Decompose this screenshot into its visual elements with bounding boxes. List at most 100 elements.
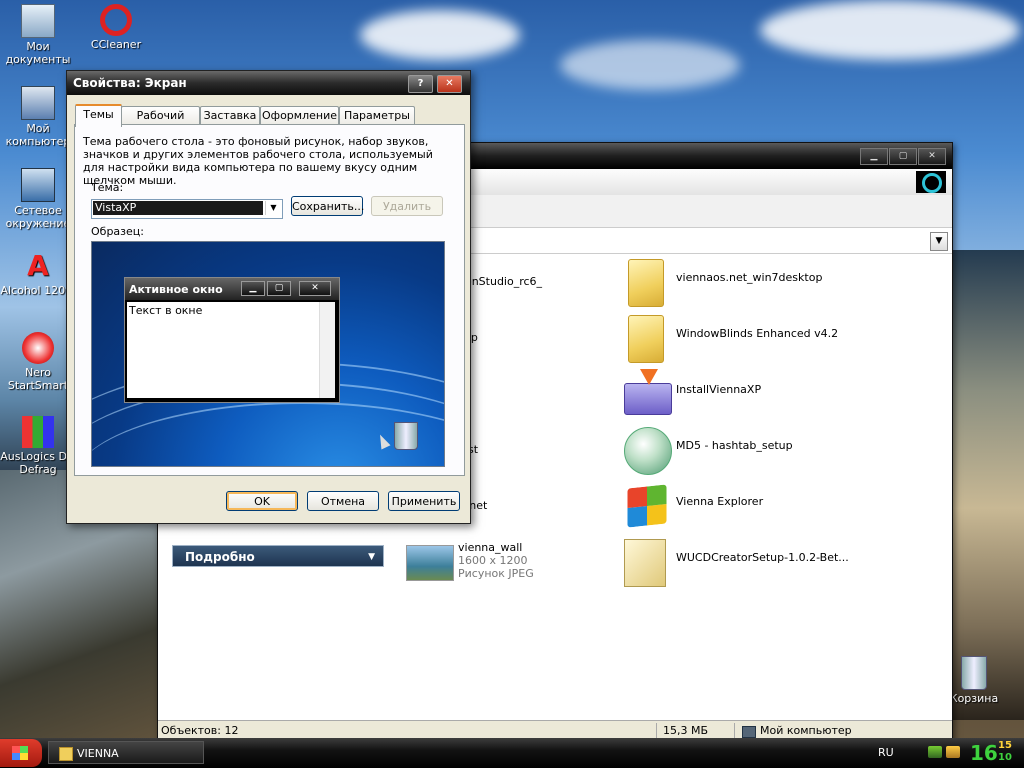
details-panel-header[interactable]: Подробно ▼ [172,545,384,567]
computer-icon [21,86,55,120]
ok-button[interactable]: OK [226,491,298,511]
taskbar-item-vienna[interactable]: VIENNA [48,741,204,764]
file-item[interactable]: InstallViennaXP [624,369,924,417]
sample-label: Образец: [91,225,144,238]
language-indicator[interactable]: RU [878,746,894,759]
desktop-icon-label: Сетевое окружение [5,204,71,230]
file-name: InstallViennaXP [676,383,762,396]
file-name: viennaos.net_win7desktop [676,271,823,284]
taskbar-item-label: VIENNA [77,747,119,760]
close-button[interactable]: ✕ [437,75,462,93]
dialog-title: Свойства: Экран [73,76,187,90]
desktop-icon-label: Nero StartSmart [7,366,69,392]
tray-icon[interactable] [946,746,960,758]
recycle-bin-icon [394,422,418,450]
ccleaner-icon [100,4,132,36]
file-item[interactable]: WindowBlinds Enhanced v4.2 [624,313,924,363]
tab-appearance[interactable]: Оформление [260,106,339,125]
file-item[interactable]: vienna_wall 1600 x 1200 Рисунок JPEG [406,539,616,589]
desktop-icon-alcohol[interactable]: A Alcohol 120% [0,249,76,298]
close-icon: ✕ [299,281,331,296]
total-size: 15,3 МБ [663,724,709,737]
maximize-icon: ▢ [267,281,291,296]
apply-button[interactable]: Применить [388,491,460,511]
folder-icon [628,315,664,363]
details-panel-label: Подробно [185,550,255,564]
chevron-down-icon[interactable]: ▼ [265,201,281,215]
display-properties-dialog: Свойства: Экран ? ✕ Темы Рабочий стол За… [66,70,471,524]
preview-window-content: Текст в окне [127,302,335,398]
tray-icon[interactable] [928,746,942,758]
chevron-down-icon: ▼ [368,552,375,562]
alcohol-icon: A [27,249,49,282]
image-file-icon [406,545,454,581]
chevron-down-icon[interactable]: ▼ [930,232,948,251]
save-theme-button[interactable]: Сохранить... [291,196,364,216]
tab-themes[interactable]: Темы [75,104,122,127]
recycle-bin-icon [961,656,987,690]
preview-window: Активное окно ▁ ▢ ✕ Текст в окне [124,277,340,403]
file-item[interactable]: MD5 - hashtab_setup [624,425,924,475]
file-item[interactable]: viennaos.net_win7desktop [624,257,924,307]
desktop-icon-label: Alcohol 120% [0,284,76,297]
tab-screensaver[interactable]: Заставка [200,106,260,125]
file-name: WindowBlinds Enhanced v4.2 [676,327,839,340]
desktop-icon-label: AusLogics Dis Defrag [0,450,76,476]
windows-flag-icon [12,746,28,760]
taskbar: VIENNA RU 16 15 10 [0,738,1024,768]
file-dimensions: 1600 x 1200 [458,554,528,567]
file-name: WUCDCreatorSetup-1.0.2-Bet... [676,551,849,564]
nero-icon [22,332,54,364]
computer-icon [742,726,756,738]
file-name: MD5 - hashtab_setup [676,439,793,452]
desktop-icon-label: Мой компьютер [5,122,71,148]
maximize-icon[interactable]: ▢ [889,148,917,165]
theme-preview: Активное окно ▁ ▢ ✕ Текст в окне [91,241,445,467]
dialog-title-bar[interactable]: Свойства: Экран ? ✕ [67,71,470,95]
file-type: Рисунок JPEG [458,567,534,580]
windows-logo-icon [627,484,667,528]
delete-theme-button[interactable]: Удалить [371,196,443,216]
file-item[interactable]: Vienna Explorer [624,481,924,529]
defrag-icon [22,416,54,448]
desktop-icon-label: CCleaner [90,38,142,51]
installer-icon [624,383,672,415]
help-button[interactable]: ? [408,75,433,93]
minimize-icon[interactable]: ▁ [860,148,888,165]
close-icon[interactable]: ✕ [918,148,946,165]
minimize-icon: ▁ [241,281,265,296]
documents-icon [21,4,55,38]
theme-label: Тема: [91,181,124,194]
object-count: Объектов: 12 [161,724,239,737]
desktop-icon-my-computer[interactable]: Мой компьютер [0,86,76,148]
start-button[interactable] [0,739,42,767]
theme-select[interactable]: VistaXP ▼ [91,199,283,219]
file-item[interactable]: WUCDCreatorSetup-1.0.2-Bet... [624,537,924,587]
clock-minute-top: 15 [998,740,1012,751]
cancel-button[interactable]: Отмена [307,491,379,511]
tab-settings[interactable]: Параметры [339,106,415,125]
download-arrow-icon [640,369,658,385]
desktop-icon-network[interactable]: Сетевое окружение [0,168,76,230]
file-name: Vienna Explorer [676,495,764,508]
preview-scrollbar [319,302,335,398]
theme-select-value: VistaXP [93,201,263,215]
hashtab-icon [624,427,672,475]
desktop-icon-my-documents[interactable]: Мои документы [0,4,76,66]
preview-window-text: Текст в окне [129,304,203,317]
desktop-icon-ccleaner[interactable]: CCleaner [78,4,154,51]
folder-icon [628,259,664,307]
desktop-icon-auslogics[interactable]: AusLogics Dis Defrag [0,416,76,476]
tab-desktop[interactable]: Рабочий стол [121,106,200,140]
location-label: Мой компьютер [760,724,852,737]
system-tray: RU 16 15 10 [864,738,1024,768]
setup-box-icon [624,539,666,587]
desktop-icon-label: Мои документы [5,40,71,66]
file-name: vienna_wall [458,541,523,554]
desktop-icon-nero[interactable]: Nero StartSmart [0,332,76,392]
clock-hour[interactable]: 16 [970,741,998,765]
theme-description: Тема рабочего стола - это фоновый рисуно… [83,135,433,187]
network-icon [21,168,55,202]
folder-icon [59,747,73,761]
clock-minute-bottom: 10 [998,752,1012,763]
